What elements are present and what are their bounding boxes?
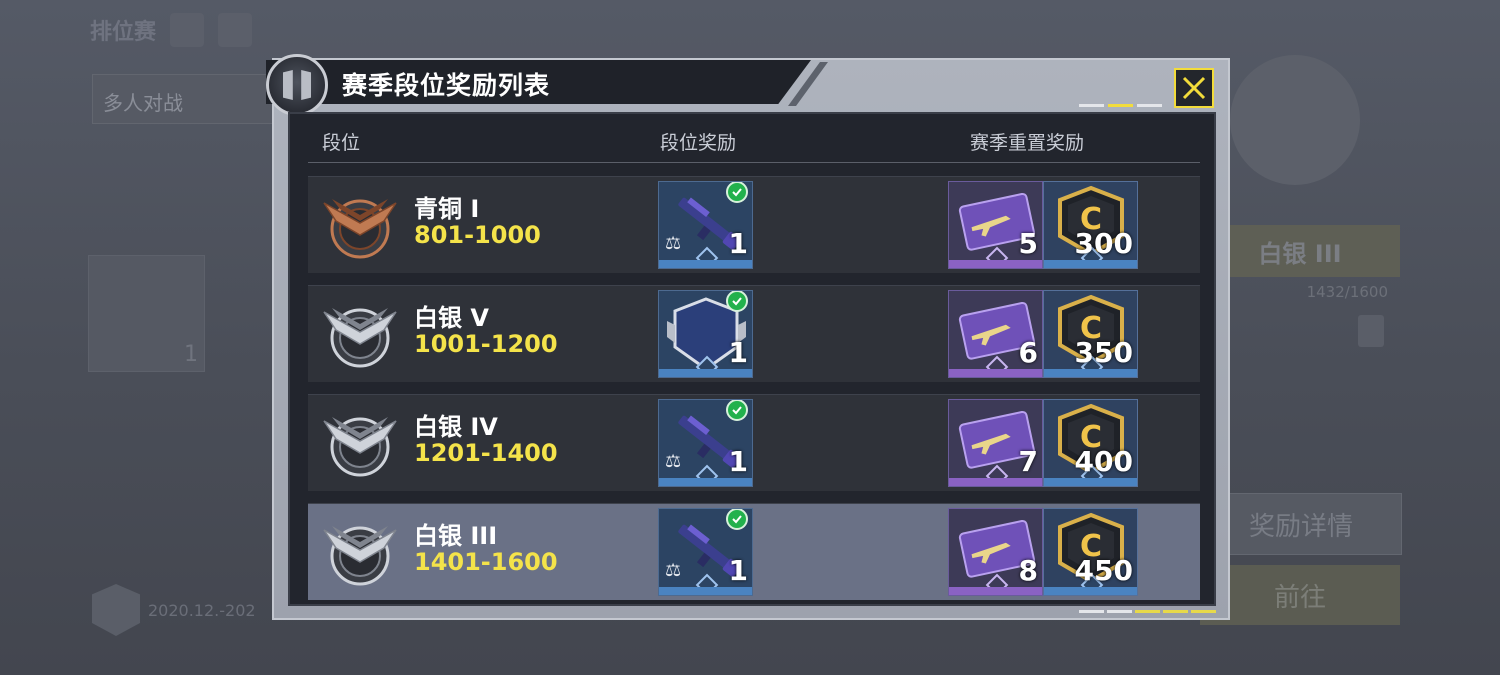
close-icon	[1182, 76, 1206, 100]
grid-icon	[218, 13, 253, 47]
rank-emblem-icon	[322, 296, 398, 372]
close-button[interactable]	[1174, 68, 1214, 108]
logo-mark	[283, 70, 311, 100]
cod-points-quantity: 400	[1074, 445, 1133, 478]
bg-season-info: 2020.12.-202	[92, 580, 292, 640]
bg-topbar-label: 排位赛	[90, 20, 157, 45]
rarity-bar	[659, 587, 752, 595]
xp-card-item[interactable]: 6	[948, 290, 1043, 378]
cod-points-item[interactable]: C 350	[1043, 290, 1138, 378]
cod-points-item[interactable]: C 450	[1043, 508, 1138, 596]
dialog-title-bar: 赛季段位奖励列表	[266, 60, 811, 104]
season-badge-icon	[92, 584, 140, 636]
rarity-bar	[949, 587, 1042, 595]
rank-reward-item[interactable]: ⚖ 1	[658, 508, 753, 596]
rank-emblem-icon	[322, 187, 398, 263]
rank-range: 1001-1200	[414, 330, 558, 358]
rarity-bar	[659, 478, 752, 486]
xp-card-item[interactable]: 7	[948, 399, 1043, 487]
rarity-bar	[1044, 260, 1137, 268]
header-divider	[308, 162, 1200, 163]
cod-points-quantity: 300	[1074, 227, 1133, 260]
blueprint-icon: ⚖	[665, 451, 682, 472]
bg-details-button: 奖励详情	[1200, 493, 1402, 555]
rank-range: 1201-1400	[414, 439, 558, 467]
reward-quantity: 1	[728, 336, 748, 369]
bg-card-count: 1	[184, 342, 198, 367]
rank-reward-item[interactable]: ⚖ 1	[658, 399, 753, 487]
column-header-rank-reward: 段位奖励	[660, 132, 737, 154]
bg-info-icon	[1358, 315, 1384, 347]
rank-name: 白银 IV	[414, 413, 498, 441]
scroll-dot-active	[1135, 610, 1160, 613]
bg-season-text: 2020.12.-202	[148, 600, 256, 620]
bg-reward-card: 1	[88, 255, 205, 372]
rarity-bar	[949, 369, 1042, 377]
rarity-bar	[949, 260, 1042, 268]
rarity-bar	[659, 260, 752, 268]
bg-topbar: 排位赛	[90, 10, 320, 50]
game-logo-icon	[266, 54, 328, 116]
rank-name: 白银 V	[414, 304, 489, 332]
xp-quantity: 8	[1018, 554, 1038, 587]
xp-quantity: 5	[1018, 227, 1038, 260]
rank-range: 1401-1600	[414, 548, 558, 576]
claimed-check-icon	[726, 509, 748, 530]
reward-row[interactable]: 青铜 I 801-1000 ⚖ 1 5 C 300	[308, 176, 1200, 273]
rewards-table: 段位 段位奖励 赛季重置奖励 青铜 I 801-1000 ⚖ 1 5 C 300 白银 V 10…	[288, 112, 1216, 606]
scroll-indicator	[1079, 610, 1216, 613]
rank-emblem-icon	[322, 405, 398, 481]
rank-reward-item[interactable]: ⚖ 1	[658, 181, 753, 269]
xp-card-item[interactable]: 8	[948, 508, 1043, 596]
bg-mode-selector: 多人对战	[92, 74, 292, 124]
page-dot-active	[1108, 104, 1133, 107]
reward-quantity: 1	[728, 227, 748, 260]
claimed-check-icon	[726, 400, 748, 421]
dialog-title: 赛季段位奖励列表	[342, 71, 551, 100]
page-dot	[1137, 104, 1162, 107]
bg-rank-emblem-icon	[1230, 55, 1360, 185]
claimed-check-icon	[726, 291, 748, 312]
reward-row[interactable]: 白银 V 1001-1200 1 6 C 350	[308, 285, 1200, 382]
bg-mode-label: 多人对战	[103, 91, 183, 115]
season-rank-rewards-dialog: 赛季段位奖励列表 段位 段位奖励 赛季重置奖励 青铜 I 801-1000 ⚖ 1 5 C…	[266, 54, 1230, 620]
column-header-rank: 段位	[322, 132, 361, 154]
blueprint-icon: ⚖	[665, 233, 682, 254]
scroll-dot-active	[1191, 610, 1216, 613]
blueprint-icon: ⚖	[665, 560, 682, 581]
rarity-bar	[659, 369, 752, 377]
bg-rank-points: 1432/1600	[1306, 283, 1388, 301]
rarity-bar	[1044, 478, 1137, 486]
xp-quantity: 7	[1018, 445, 1038, 478]
xp-quantity: 6	[1018, 336, 1038, 369]
column-header-reset-reward: 赛季重置奖励	[970, 132, 1085, 154]
reward-quantity: 1	[728, 445, 748, 478]
scroll-dot	[1107, 610, 1132, 613]
rarity-bar	[949, 478, 1042, 486]
reward-quantity: 1	[728, 554, 748, 587]
cod-points-quantity: 350	[1074, 336, 1133, 369]
rank-range: 801-1000	[414, 221, 541, 249]
rank-reward-item[interactable]: 1	[658, 290, 753, 378]
page-dot	[1079, 104, 1104, 107]
rarity-bar	[1044, 587, 1137, 595]
rank-name: 白银 III	[414, 522, 498, 550]
bg-rank-label: 白银 III	[1200, 225, 1400, 277]
rank-name: 青铜 I	[414, 195, 480, 223]
rank-emblem-icon	[322, 514, 398, 590]
bg-go-button: 前往	[1200, 565, 1400, 625]
scroll-dot-active	[1163, 610, 1188, 613]
info-icon	[170, 13, 205, 47]
scroll-dot	[1079, 610, 1104, 613]
reward-row[interactable]: 白银 IV 1201-1400 ⚖ 1 7 C 400	[308, 394, 1200, 491]
cod-points-quantity: 450	[1074, 554, 1133, 587]
claimed-check-icon	[726, 182, 748, 203]
reward-row[interactable]: 白银 III 1401-1600 ⚖ 1 8 C 450	[308, 503, 1200, 600]
cod-points-item[interactable]: C 400	[1043, 399, 1138, 487]
page-indicator-top	[1079, 104, 1162, 107]
rarity-bar	[1044, 369, 1137, 377]
cod-points-item[interactable]: C 300	[1043, 181, 1138, 269]
xp-card-item[interactable]: 5	[948, 181, 1043, 269]
